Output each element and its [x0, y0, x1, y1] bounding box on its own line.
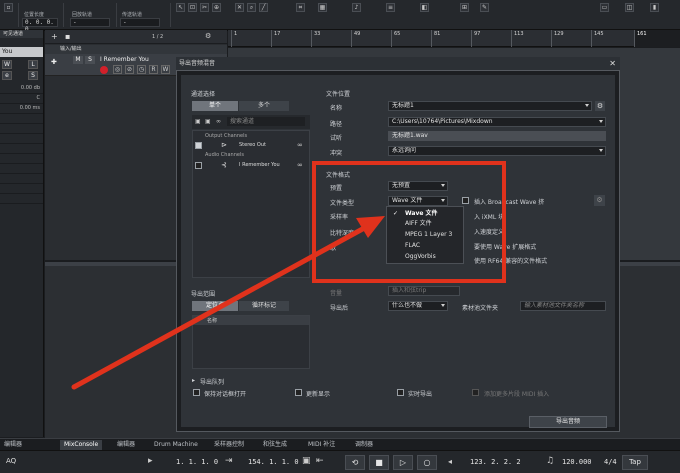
annotation-highlight-box [312, 161, 506, 283]
annotation-overlay [71, 161, 506, 390]
annotation-arrow-line [71, 223, 371, 390]
annotation-arrowhead [356, 216, 385, 238]
